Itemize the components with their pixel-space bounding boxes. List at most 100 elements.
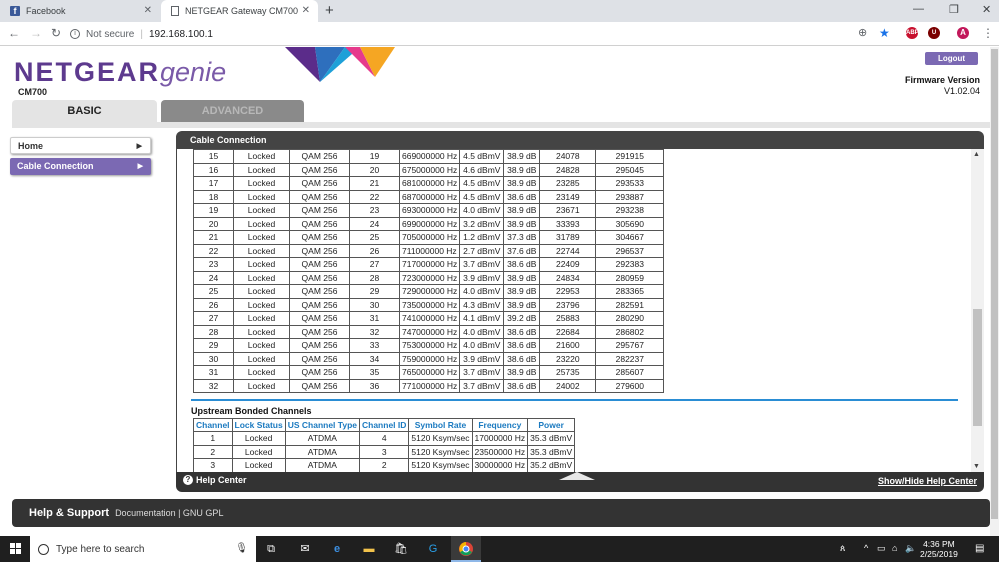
table-header: Lock Status — [231, 418, 286, 432]
people-icon[interactable]: ጰ — [840, 543, 845, 554]
taskbar-search-box[interactable]: Type here to search 🎙 — [30, 536, 256, 562]
arrow-right-icon: ▶ — [137, 163, 143, 170]
tab-basic[interactable]: BASIC — [12, 100, 157, 122]
table-cell: 19 — [349, 149, 400, 164]
network-icon[interactable]: ⌂ — [892, 543, 897, 553]
tab-title: Facebook — [26, 6, 66, 16]
address-bar: ← → ↻ i Not secure | 192.168.100.1 ⊕ ★ A… — [0, 22, 999, 46]
table-cell: 291915 — [595, 149, 665, 164]
table-cell: ATDMA — [284, 431, 361, 446]
help-center-link[interactable]: ? Help Center — [183, 475, 247, 485]
table-cell: Locked — [233, 243, 290, 258]
panel-scrollbar[interactable]: ▲ ▼ — [971, 149, 984, 472]
firmware-label: Firmware Version — [904, 75, 980, 85]
table-cell: 3.9 dBmV — [459, 351, 505, 366]
chrome-taskbar-button[interactable] — [451, 536, 481, 562]
logout-button[interactable]: Logout — [925, 52, 978, 65]
minimize-icon[interactable]: — — [913, 3, 924, 15]
url-field[interactable]: i Not secure | 192.168.100.1 — [70, 25, 885, 43]
mail-icon[interactable]: ✉ — [297, 541, 313, 557]
edge-icon[interactable]: e — [329, 541, 345, 557]
tab-advanced[interactable]: ADVANCED — [161, 100, 304, 122]
menu-dots-icon[interactable]: ⋮ — [982, 26, 994, 40]
table-cell: 23285 — [539, 176, 597, 191]
table-cell: 30000000 Hz — [471, 458, 529, 472]
table-cell: Locked — [233, 338, 290, 353]
table-header-row: Channel Lock Status US Channel Type Channel… — [193, 418, 576, 432]
store-icon[interactable]: 🛍 — [393, 541, 409, 557]
task-view-icon[interactable]: ⧉ — [263, 541, 279, 557]
reload-icon[interactable]: ↻ — [51, 26, 61, 40]
table-cell: Locked — [233, 189, 290, 204]
table-row: 28 Locked QAM 256 32 747000000 Hz 4.0 dBmV 38.… — [193, 324, 665, 339]
sidebar-item-home[interactable]: Home ▶ — [10, 137, 151, 154]
table-cell: 4.5 dBmV — [459, 149, 505, 164]
table-cell: 35.3 dBmV — [527, 444, 576, 459]
table-cell: 21600 — [539, 338, 597, 353]
table-row: 22 Locked QAM 256 26 711000000 Hz 2.7 dBmV 37.… — [193, 243, 665, 258]
show-hide-help-link[interactable]: Show/Hide Help Center — [878, 476, 977, 486]
help-icon: ? — [183, 475, 193, 485]
scroll-thumb[interactable] — [991, 49, 998, 519]
action-center-icon[interactable]: ▤ — [975, 543, 984, 554]
browser-tab-facebook[interactable]: f Facebook ✕ — [0, 0, 160, 22]
table-cell: Locked — [233, 270, 290, 285]
table-cell: Locked — [231, 431, 286, 446]
bookmark-star-icon[interactable]: ★ — [879, 26, 890, 40]
profile-avatar[interactable]: A — [957, 27, 969, 39]
table-row: 24 Locked QAM 256 28 723000000 Hz 3.9 dBmV 38.… — [193, 270, 665, 285]
table-cell: 295045 — [595, 162, 665, 177]
table-row: 16 Locked QAM 256 20 675000000 Hz 4.6 dBmV 38.… — [193, 162, 665, 177]
back-arrow-icon[interactable]: ← — [8, 26, 20, 40]
logitech-g-icon[interactable]: G — [425, 541, 441, 557]
windows-start-icon[interactable] — [10, 543, 22, 555]
info-icon[interactable]: i — [70, 29, 80, 39]
page-scrollbar[interactable] — [990, 47, 999, 536]
table-cell: Locked — [233, 149, 290, 164]
table-cell: 15 — [193, 149, 234, 164]
expand-arrow-icon[interactable] — [559, 472, 595, 480]
security-label: Not secure — [86, 28, 135, 40]
table-cell: 22 — [349, 189, 400, 204]
table-cell: 23220 — [539, 351, 597, 366]
table-cell: 681000000 Hz — [398, 176, 461, 191]
table-cell: 735000000 Hz — [398, 297, 461, 312]
table-cell: 22409 — [539, 257, 597, 272]
close-tab-icon[interactable]: ✕ — [302, 5, 310, 16]
show-hidden-icons[interactable]: ^ — [864, 543, 868, 553]
scroll-thumb[interactable] — [973, 309, 982, 426]
volume-icon[interactable]: 🔈 — [905, 543, 916, 554]
table-cell: 38.6 dB — [503, 378, 541, 393]
battery-icon[interactable]: ▭ — [877, 543, 886, 554]
close-tab-icon[interactable]: ✕ — [144, 5, 152, 16]
taskbar-clock[interactable]: 4:36 PM 2/25/2019 — [920, 539, 958, 559]
table-cell: 38.9 dB — [503, 203, 541, 218]
table-cell: QAM 256 — [289, 338, 350, 353]
table-cell: 20 — [349, 162, 400, 177]
sidebar-item-cable-connection[interactable]: Cable Connection ▶ — [10, 158, 151, 175]
window-close-icon[interactable]: ✕ — [982, 3, 991, 16]
table-cell: 292383 — [595, 257, 665, 272]
microphone-icon[interactable]: 🎙 — [235, 543, 248, 554]
browser-tab-netgear[interactable]: NETGEAR Gateway CM700 ✕ — [161, 0, 318, 22]
scroll-down-icon[interactable]: ▼ — [973, 463, 980, 470]
adblock-extension-icon[interactable]: ABP — [906, 27, 919, 39]
netgear-logo: NETGEARgenie — [14, 57, 226, 88]
table-cell: 23 — [349, 203, 400, 218]
forward-arrow-icon[interactable]: → — [30, 26, 42, 40]
file-explorer-icon[interactable]: ▬ — [361, 541, 377, 557]
panel-body: 15 Locked QAM 256 19 669000000 Hz 4.5 dBmV 38.… — [176, 149, 984, 472]
scroll-up-icon[interactable]: ▲ — [973, 151, 980, 158]
restore-icon[interactable]: ❐ — [949, 3, 959, 16]
table-row: 30 Locked QAM 256 34 759000000 Hz 3.9 dBmV 38.… — [193, 351, 665, 366]
panel-title: Cable Connection — [176, 131, 984, 149]
table-cell: 693000000 Hz — [398, 203, 461, 218]
table-cell: 5120 Ksym/sec — [408, 431, 473, 446]
zoom-icon[interactable]: ⊕ — [858, 26, 867, 39]
new-tab-button[interactable]: + — [325, 2, 334, 19]
table-cell: 2.7 dBmV — [459, 243, 505, 258]
support-links[interactable]: Documentation | GNU GPL — [115, 508, 223, 518]
firmware-value: V1.02.04 — [943, 86, 980, 96]
table-cell: 21 — [193, 230, 234, 245]
ublock-extension-icon[interactable]: U — [928, 27, 940, 39]
